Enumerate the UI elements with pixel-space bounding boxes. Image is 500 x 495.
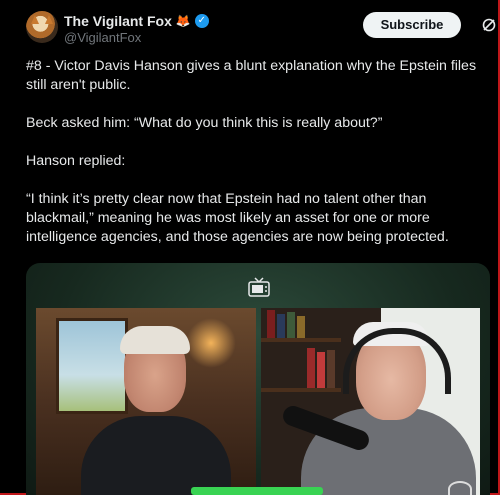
tweet-card: The Vigilant Fox 🦊 ✓ @VigilantFox Subscr…: [0, 0, 500, 495]
avatar-ear-left: [31, 15, 39, 24]
background-window: [56, 318, 128, 414]
avatar-ear-right: [45, 15, 53, 24]
tweet-text: #8 - Victor Davis Hanson gives a blunt e…: [26, 57, 488, 266]
book: [287, 312, 295, 338]
tweet-paragraph: Hanson replied:: [26, 153, 126, 169]
bookshelf: [261, 388, 341, 392]
author-handle[interactable]: @VigilantFox: [64, 30, 141, 45]
book: [267, 310, 275, 338]
tv-icon: [248, 277, 270, 297]
book: [317, 352, 325, 388]
speaker-left-hair: [120, 326, 190, 354]
speaker-left-body: [81, 416, 231, 495]
grok-icon[interactable]: [481, 17, 497, 33]
video-player[interactable]: [26, 263, 490, 495]
author-avatar[interactable]: [26, 11, 58, 43]
book: [297, 316, 305, 338]
tweet-paragraph: “I think it’s pretty clear now that Epst…: [26, 191, 449, 245]
video-left-panel: [36, 308, 256, 495]
author-display-name[interactable]: The Vigilant Fox: [64, 13, 172, 29]
author-name-line: The Vigilant Fox 🦊 ✓: [64, 13, 209, 29]
verified-badge-icon[interactable]: ✓: [194, 14, 209, 28]
background-lamp: [186, 318, 236, 368]
book: [327, 350, 335, 388]
video-progress-bar[interactable]: [191, 487, 323, 495]
tweet-paragraph: #8 - Victor Davis Hanson gives a blunt e…: [26, 58, 477, 93]
subscribe-button[interactable]: Subscribe: [363, 12, 461, 38]
tweet-paragraph: Beck asked him: “What do you think this …: [26, 115, 383, 131]
tweet-header: The Vigilant Fox 🦊 ✓ @VigilantFox Subscr…: [26, 11, 498, 51]
fox-emoji: 🦊: [175, 14, 191, 28]
bookshelf: [261, 338, 341, 342]
video-control-icon[interactable]: [448, 481, 472, 495]
book: [307, 348, 315, 388]
video-right-panel: [261, 308, 480, 495]
book: [277, 314, 285, 338]
